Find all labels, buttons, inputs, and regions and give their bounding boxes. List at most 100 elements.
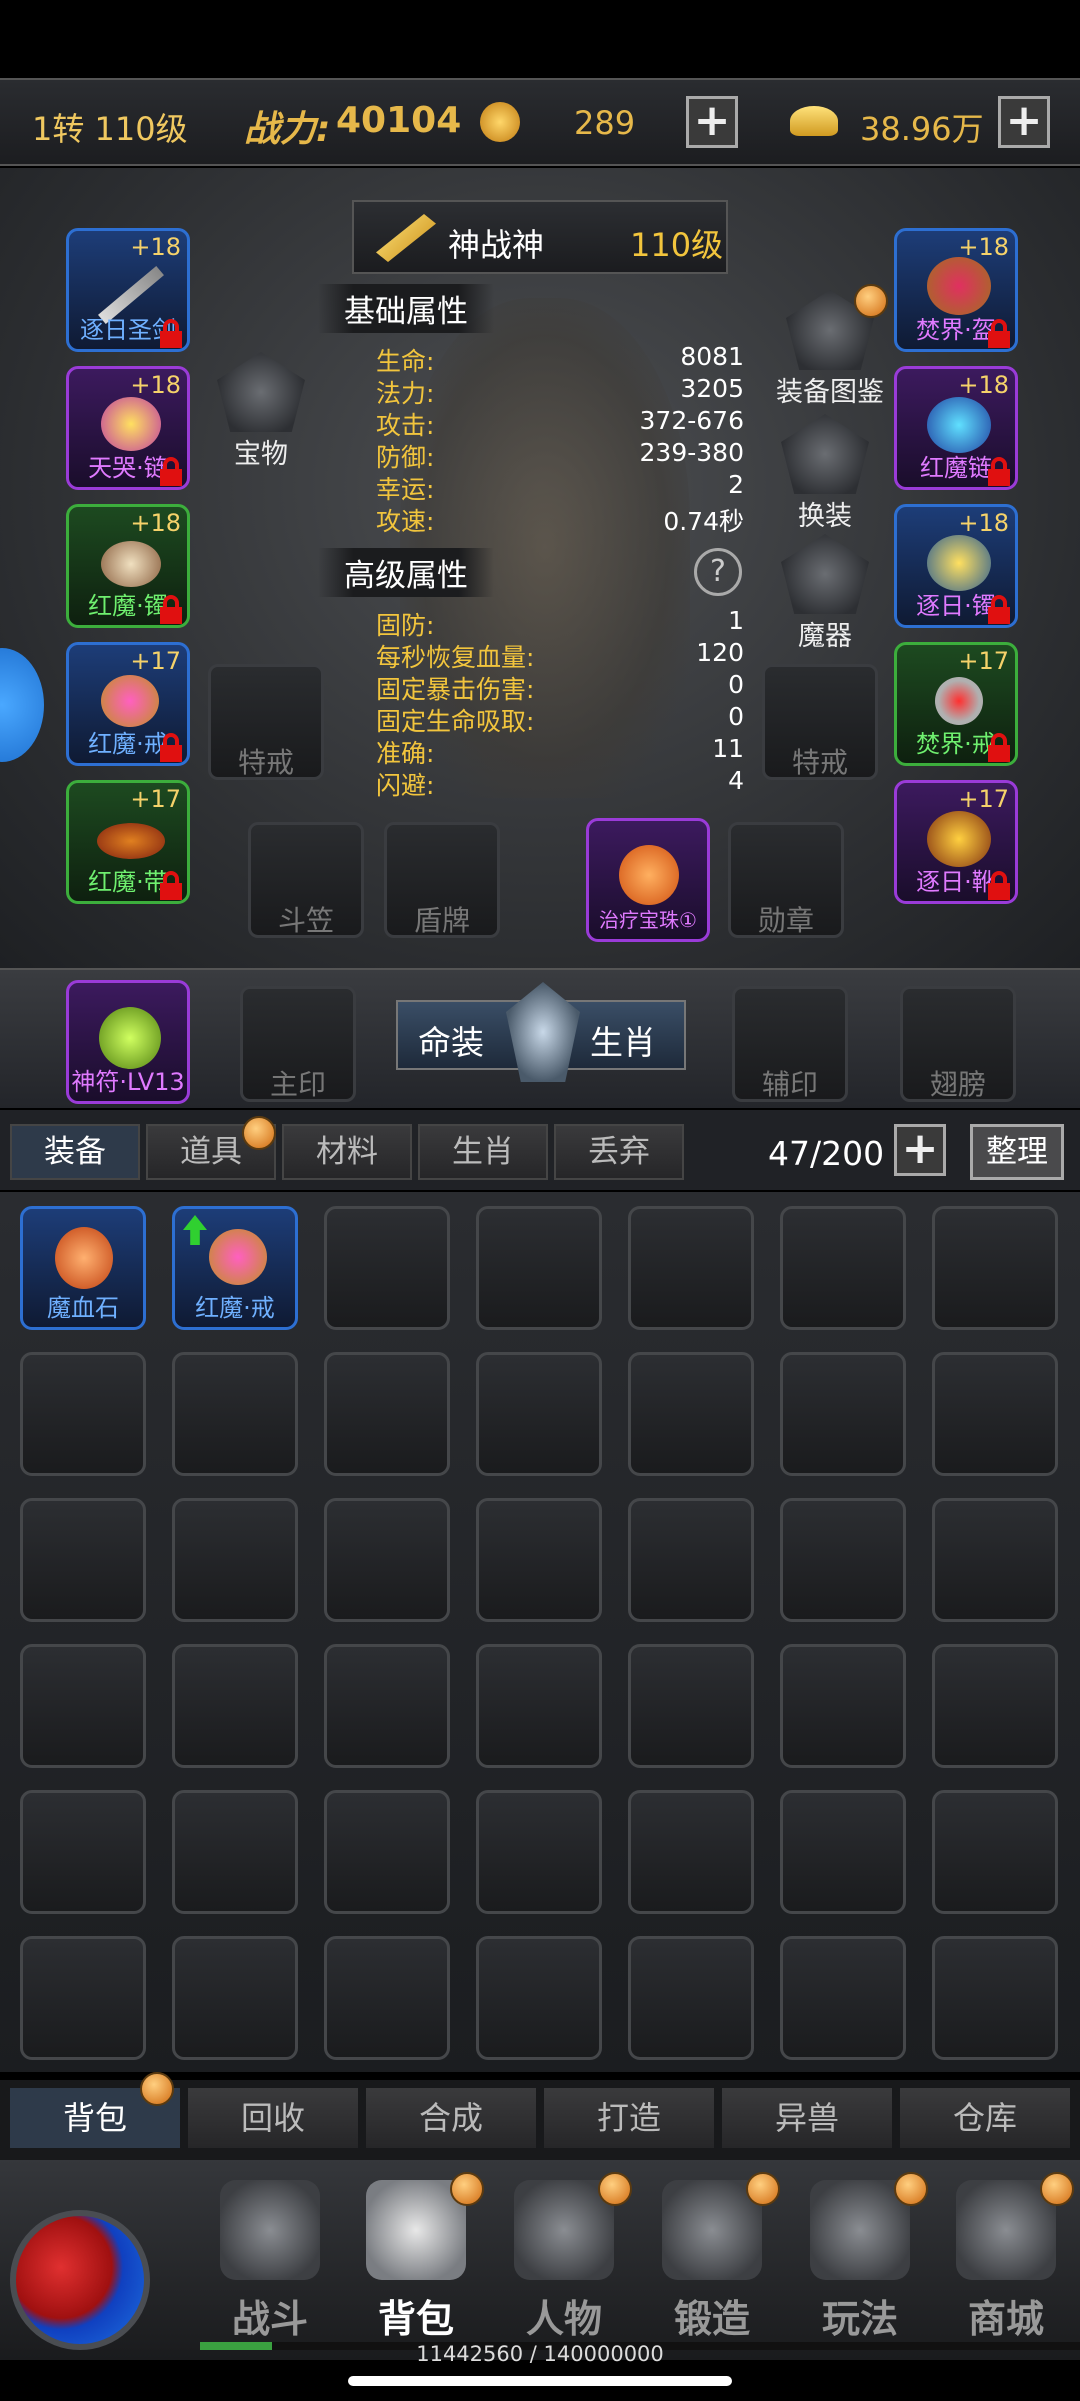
change-outfit-button[interactable]: 换装 (770, 414, 880, 533)
empty-inventory-cell[interactable] (628, 1790, 754, 1914)
empty-inventory-cell[interactable] (172, 1352, 298, 1476)
magic-weapon-button[interactable]: 魔器 (770, 534, 880, 653)
lock-icon (988, 871, 1010, 900)
tab-discard[interactable]: 丢弃 (554, 1124, 684, 1180)
add-currency-2-button[interactable]: + (998, 96, 1050, 148)
yin-yang-orb-icon[interactable] (10, 2210, 150, 2350)
equip-slot-boots[interactable]: +17 逐日·靴 (894, 780, 1018, 904)
sort-button[interactable]: 整理 (970, 1124, 1064, 1180)
empty-inventory-cell[interactable] (628, 1936, 754, 2060)
expand-inventory-button[interactable]: + (894, 1124, 946, 1176)
empty-inventory-cell[interactable] (780, 1936, 906, 2060)
inventory-item[interactable]: 魔血石 (20, 1206, 146, 1330)
ring-icon (935, 677, 983, 725)
inventory-tabs-row: 装备 道具 材料 生肖 丢弃 47/200 + 整理 (0, 1110, 1080, 1190)
home-indicator[interactable] (348, 2376, 732, 2386)
equip-slot-bracelet-right[interactable]: +18 逐日·镯 (894, 504, 1018, 628)
empty-inventory-cell[interactable] (172, 1936, 298, 2060)
special-ring-right-slot[interactable]: 特戒 (762, 664, 878, 780)
treasure-button[interactable]: 宝物 (206, 352, 316, 471)
notification-dot (854, 284, 888, 318)
equip-slot-necklace[interactable]: +18 天哭·链 (66, 366, 190, 490)
healing-gem-slot[interactable]: 治疗宝珠① (586, 818, 710, 942)
special-ring-left-slot[interactable]: 特戒 (208, 664, 324, 780)
empty-inventory-cell[interactable] (932, 1790, 1058, 1914)
stat-row: 准确: 11 (376, 734, 744, 768)
aux-seal-slot[interactable]: 辅印 (732, 986, 848, 1102)
main-seal-slot[interactable]: 主印 (240, 986, 356, 1102)
equip-slot-ring[interactable]: +17 红魔·戒 (66, 642, 190, 766)
empty-inventory-cell[interactable] (476, 1936, 602, 2060)
empty-inventory-cell[interactable] (20, 1644, 146, 1768)
wings-slot[interactable]: 翅膀 (900, 986, 1016, 1102)
tab-craft[interactable]: 打造 (544, 2088, 714, 2148)
tab-recycle[interactable]: 回收 (188, 2088, 358, 2148)
empty-inventory-cell[interactable] (20, 1936, 146, 2060)
gold-ingot-icon (790, 106, 838, 136)
empty-inventory-cell[interactable] (324, 1936, 450, 2060)
empty-inventory-cell[interactable] (932, 1644, 1058, 1768)
bag-sub-tabs: 背包 回收 合成 打造 异兽 仓库 (0, 2072, 1080, 2160)
empty-inventory-cell[interactable] (932, 1352, 1058, 1476)
empty-inventory-cell[interactable] (172, 1644, 298, 1768)
empty-inventory-cell[interactable] (20, 1498, 146, 1622)
empty-inventory-cell[interactable] (780, 1498, 906, 1622)
empty-inventory-cell[interactable] (324, 1206, 450, 1330)
empty-inventory-cell[interactable] (324, 1790, 450, 1914)
empty-inventory-cell[interactable] (932, 1498, 1058, 1622)
empty-inventory-cell[interactable] (780, 1206, 906, 1330)
tab-synthesize[interactable]: 合成 (366, 2088, 536, 2148)
equip-slot-chain[interactable]: +18 红魔链 (894, 366, 1018, 490)
fate-equipment-button[interactable]: 命装 (418, 1016, 484, 1064)
empty-inventory-cell[interactable] (172, 1790, 298, 1914)
equip-slot-ring-right[interactable]: +17 焚界·戒 (894, 642, 1018, 766)
equip-slot-weapon[interactable]: +18 逐日圣剑 (66, 228, 190, 352)
inventory-item[interactable]: 红魔·戒 (172, 1206, 298, 1330)
empty-inventory-cell[interactable] (932, 1206, 1058, 1330)
empty-inventory-cell[interactable] (476, 1206, 602, 1330)
lock-icon (988, 595, 1010, 624)
add-currency-1-button[interactable]: + (686, 96, 738, 148)
empty-inventory-cell[interactable] (780, 1644, 906, 1768)
equip-slot-belt[interactable]: +17 红魔·带 (66, 780, 190, 904)
shield-slot[interactable]: 盾牌 (384, 822, 500, 938)
stat-row: 防御: 239-380 (376, 438, 744, 472)
secondary-equipment-bar: 神符·LV13 主印 命装 生肖 辅印 翅膀 (0, 968, 1080, 1108)
empty-inventory-cell[interactable] (628, 1352, 754, 1476)
notification-dot (746, 2172, 780, 2206)
tab-beasts[interactable]: 异兽 (722, 2088, 892, 2148)
empty-inventory-cell[interactable] (324, 1498, 450, 1622)
empty-inventory-cell[interactable] (476, 1498, 602, 1622)
spiral-coin-icon (480, 102, 520, 142)
empty-inventory-cell[interactable] (932, 1936, 1058, 2060)
empty-inventory-cell[interactable] (628, 1206, 754, 1330)
stat-row: 攻击: 372-676 (376, 406, 744, 440)
empty-inventory-cell[interactable] (20, 1790, 146, 1914)
empty-inventory-cell[interactable] (172, 1498, 298, 1622)
empty-inventory-cell[interactable] (476, 1790, 602, 1914)
empty-inventory-cell[interactable] (628, 1644, 754, 1768)
empty-inventory-cell[interactable] (476, 1352, 602, 1476)
hat-slot[interactable]: 斗笠 (248, 822, 364, 938)
notification-dot (242, 1116, 276, 1150)
empty-inventory-cell[interactable] (476, 1644, 602, 1768)
help-icon[interactable]: ? (694, 548, 742, 596)
empty-inventory-cell[interactable] (20, 1352, 146, 1476)
empty-inventory-cell[interactable] (324, 1352, 450, 1476)
tab-equipment[interactable]: 装备 (10, 1124, 140, 1180)
lock-icon (160, 319, 182, 348)
equip-slot-bracelet[interactable]: +18 红魔·镯 (66, 504, 190, 628)
empty-inventory-cell[interactable] (324, 1644, 450, 1768)
empty-inventory-cell[interactable] (628, 1498, 754, 1622)
character-title-banner: 神战神 110级 (352, 200, 728, 274)
tab-warehouse[interactable]: 仓库 (900, 2088, 1070, 2148)
nav-battle[interactable]: 战斗 (200, 2168, 340, 2352)
zodiac-button[interactable]: 生肖 (590, 1016, 656, 1064)
tab-materials[interactable]: 材料 (282, 1124, 412, 1180)
equip-slot-helmet[interactable]: +18 焚界·盔 (894, 228, 1018, 352)
tab-zodiac[interactable]: 生肖 (418, 1124, 548, 1180)
empty-inventory-cell[interactable] (780, 1352, 906, 1476)
talisman-slot[interactable]: 神符·LV13 (66, 980, 190, 1104)
empty-inventory-cell[interactable] (780, 1790, 906, 1914)
medal-slot[interactable]: 勋章 (728, 822, 844, 938)
